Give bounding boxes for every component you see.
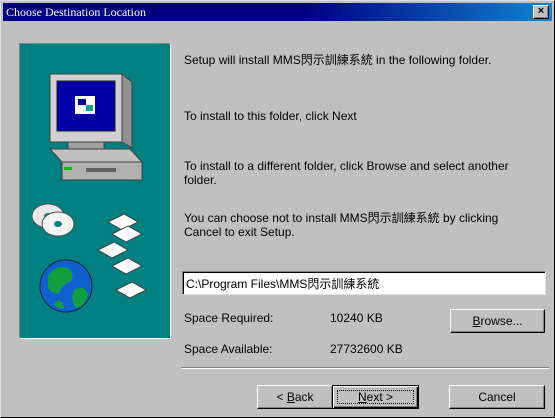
title-bar[interactable]: Choose Destination Location ×	[3, 3, 552, 21]
browse-mnemonic: B	[472, 314, 481, 328]
browse-label: rowse...	[480, 314, 523, 328]
space-available-value: 27732600 KB	[330, 342, 403, 356]
setup-illustration	[19, 43, 171, 339]
space-available-label: Space Available:	[184, 342, 273, 356]
cancel-button[interactable]: Cancel	[449, 385, 545, 409]
space-required-label: Space Required:	[184, 311, 274, 325]
back-label: ack	[294, 390, 314, 404]
next-button[interactable]: Next >	[332, 385, 419, 409]
back-mnemonic: B	[286, 390, 295, 404]
globe-icon	[39, 259, 93, 313]
floppy-disks-icon	[96, 213, 148, 299]
destination-path-field[interactable]	[182, 271, 546, 295]
intro-text: Setup will install MMS閃示訓練系統 in the foll…	[184, 53, 492, 67]
next-instruction: To install to this folder, click Next	[184, 109, 357, 123]
button-separator	[181, 367, 549, 369]
cd-discs-icon	[31, 203, 75, 237]
browse-instruction: To install to a different folder, click …	[184, 159, 509, 187]
close-button[interactable]: ×	[533, 5, 549, 19]
illustration-svg	[31, 72, 148, 313]
window-title: Choose Destination Location	[6, 5, 146, 19]
computer-icon	[48, 72, 144, 181]
next-mnemonic: N	[357, 390, 367, 404]
cancel-instruction: You can choose not to install MMS閃示訓練系統 …	[184, 211, 499, 239]
next-label: ext >	[366, 390, 394, 404]
setup-dialog: Choose Destination Location × Setup will…	[0, 0, 555, 418]
browse-button[interactable]: Browse...	[450, 309, 545, 333]
cancel-label: Cancel	[478, 390, 516, 404]
close-icon: ×	[537, 5, 545, 17]
back-button[interactable]: < Back	[257, 385, 333, 409]
space-required-value: 10240 KB	[330, 311, 383, 325]
back-prefix: <	[276, 390, 287, 404]
